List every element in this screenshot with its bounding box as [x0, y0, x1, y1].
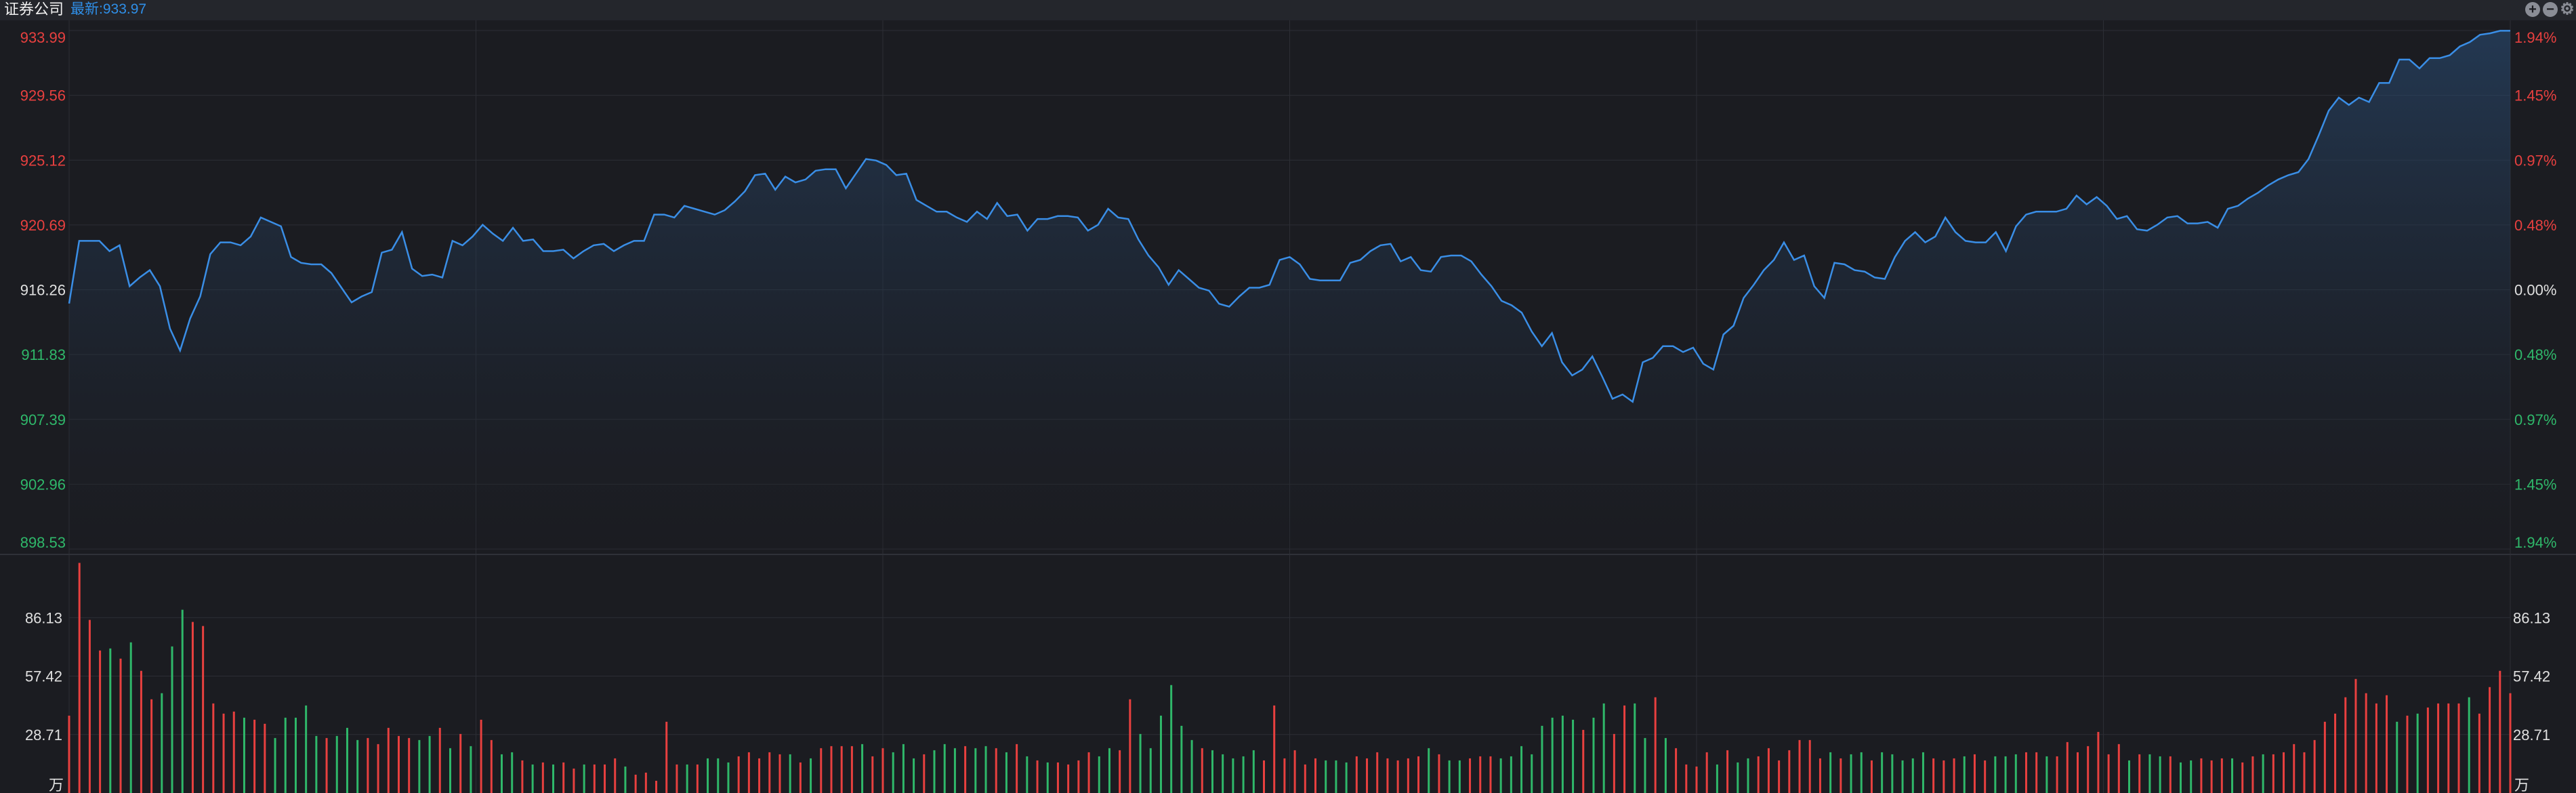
left-tick-label: 929.56 — [20, 87, 66, 104]
left-tick-label: 920.69 — [20, 217, 66, 234]
latest-price: 最新:933.97 — [70, 1, 147, 17]
index-title: 证券公司 — [4, 1, 64, 18]
minus-circle-icon[interactable]: − — [2543, 2, 2558, 17]
left-tick-label: 907.39 — [20, 411, 66, 428]
right-tick-label: 0.48% — [2514, 217, 2556, 234]
left-tick-label: 933.99 — [20, 29, 66, 46]
right-axis: 1.94% 1.45% 0.97% 0.48% 0.00% 0.48% 0.97% 1.45%… — [2514, 29, 2556, 551]
right-tick-label: 0.00% — [2514, 282, 2556, 299]
right-tick-label: 1.94% — [2514, 29, 2556, 46]
volume-unit-label: 万 — [2514, 777, 2529, 793]
volume-unit-label: 万 — [49, 777, 64, 793]
left-axis: 933.99 929.56 925.12 920.69 916.26 911.83 907.… — [20, 29, 66, 551]
volume-tick-label: 28.71 — [2513, 727, 2550, 744]
plus-circle-icon[interactable]: + — [2525, 2, 2540, 17]
right-tick-label: 0.97% — [2514, 152, 2556, 169]
right-tick-label: 1.94% — [2514, 534, 2556, 551]
volume-tick-label: 86.13 — [25, 609, 62, 626]
volume-tick-label: 57.42 — [2513, 668, 2550, 685]
volume-tick-label: 57.42 — [25, 668, 62, 685]
index-chart: 933.99 929.56 925.12 920.69 916.26 911.83 907.… — [0, 20, 2576, 793]
left-tick-label: 902.96 — [20, 476, 66, 493]
volume-tick-label: 86.13 — [2513, 609, 2550, 626]
volume-tick-label: 28.71 — [25, 727, 62, 744]
left-tick-label: 898.53 — [20, 534, 66, 551]
right-tick-label: 1.45% — [2514, 476, 2556, 493]
chart-header: 证券公司 最新:933.97 + − ⚙ — [0, 0, 2576, 20]
right-tick-label: 0.48% — [2514, 346, 2556, 363]
right-tick-label: 1.45% — [2514, 87, 2556, 104]
gear-icon[interactable]: ⚙ — [2560, 1, 2575, 18]
right-tick-label: 0.97% — [2514, 411, 2556, 428]
left-tick-label: 925.12 — [20, 152, 66, 169]
volume-axis: 86.13 86.13 57.42 57.42 28.71 28.71 万 万 — [25, 609, 2550, 793]
left-tick-label: 911.83 — [21, 346, 66, 363]
left-tick-label: 916.26 — [20, 282, 66, 299]
